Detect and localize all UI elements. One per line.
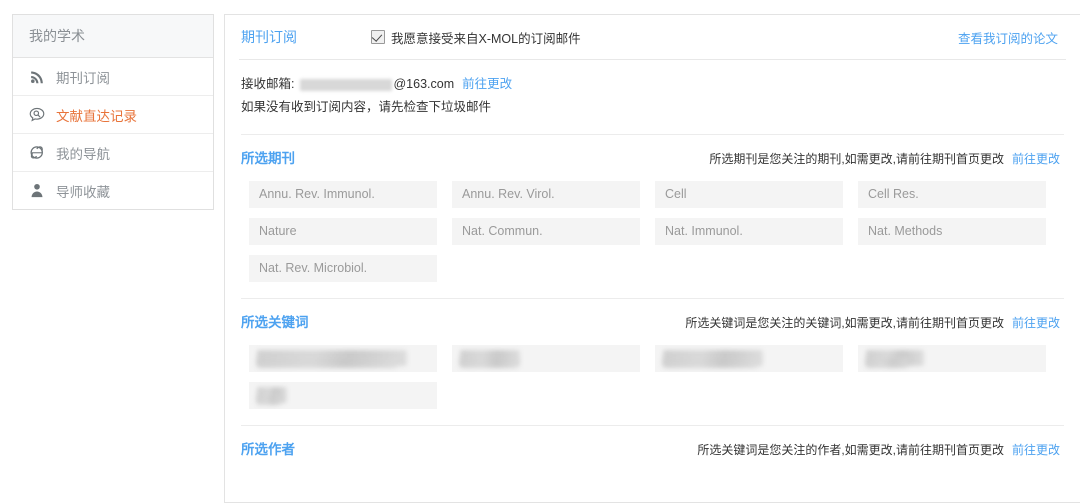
journal-tag[interactable]: Nat. Immunol. (655, 218, 843, 245)
mailbox-redacted-value (300, 78, 393, 91)
section-selected-journals: 所选期刊 所选期刊是您关注的期刊,如需更改,请前往期刊首页更改 前往更改 Ann… (239, 134, 1066, 282)
main-content-panel: 期刊订阅 我愿意接受来自X-MOL的订阅邮件 查看我订阅的论文 接收邮箱: @1… (224, 14, 1080, 503)
section-note: 所选关键词是您关注的关键词,如需更改,请前往期刊首页更改 (685, 316, 1004, 330)
journal-tag-grid: Annu. Rev. Immunol. Annu. Rev. Virol. Ce… (241, 171, 1064, 282)
section-change-link[interactable]: 前往更改 (1012, 314, 1064, 331)
journal-tag[interactable]: Nat. Commun. (452, 218, 640, 245)
journal-tag[interactable]: Cell Res. (858, 181, 1046, 208)
journal-tag[interactable]: Annu. Rev. Immunol. (249, 181, 437, 208)
journal-tag[interactable]: Nature (249, 218, 437, 245)
page-title: 期刊订阅 (241, 29, 297, 45)
sidebar-item-label: 导师收藏 (56, 184, 110, 200)
keyword-tag[interactable] (249, 382, 437, 409)
sidebar-item-label: 期刊订阅 (56, 70, 110, 86)
section-selected-keywords: 所选关键词 所选关键词是您关注的关键词,如需更改,请前往期刊首页更改 前往更改 (239, 298, 1066, 409)
sidebar: 我的学术 期刊订阅 文献直达记录 我的导航 导师收藏 (12, 14, 214, 210)
section-title: 所选期刊 (241, 151, 295, 166)
receiving-mailbox-block: 接收邮箱: @163.com 前往更改 如果没有收到订阅内容，请先检查下垃圾邮件 (239, 60, 1066, 118)
section-header-row: 所选关键词 所选关键词是您关注的关键词,如需更改,请前往期刊首页更改 前往更改 (241, 299, 1064, 335)
journal-tag[interactable]: Annu. Rev. Virol. (452, 181, 640, 208)
page-root: 我的学术 期刊订阅 文献直达记录 我的导航 导师收藏 期刊订阅 我愿意接受来自X… (0, 0, 1080, 503)
journal-tag[interactable]: Cell (655, 181, 843, 208)
keyword-tag[interactable] (655, 345, 843, 372)
sidebar-item-label: 文献直达记录 (56, 108, 137, 124)
mailbox-address-row: 接收邮箱: @163.com 前往更改 (241, 74, 1064, 95)
sidebar-nav-list: 期刊订阅 文献直达记录 我的导航 导师收藏 (13, 58, 213, 209)
mailbox-label: 接收邮箱: (241, 77, 295, 91)
sidebar-item-label: 我的导航 (56, 146, 110, 162)
keyword-tag[interactable] (858, 345, 1046, 372)
view-subscribed-papers-link[interactable]: 查看我订阅的论文 (958, 28, 1064, 47)
section-note: 所选期刊是您关注的期刊,如需更改,请前往期刊首页更改 (709, 152, 1004, 166)
search-bubble-icon (27, 106, 47, 124)
consent-checkbox[interactable] (371, 30, 385, 44)
subscription-topbar: 期刊订阅 我愿意接受来自X-MOL的订阅邮件 查看我订阅的论文 (239, 15, 1066, 59)
user-tie-icon (27, 182, 47, 200)
section-header-row: 所选作者 所选关键词是您关注的作者,如需更改,请前往期刊首页更改 前往更改 (241, 426, 1064, 462)
keyword-tag[interactable] (452, 345, 640, 372)
mailbox-note: 如果没有收到订阅内容，请先检查下垃圾邮件 (241, 100, 492, 114)
mailbox-change-link[interactable]: 前往更改 (462, 74, 512, 95)
rss-icon (27, 68, 47, 86)
consent-row[interactable]: 我愿意接受来自X-MOL的订阅邮件 (371, 28, 958, 47)
browser-compass-icon (27, 144, 47, 162)
sidebar-item-mentor-favorites[interactable]: 导师收藏 (13, 172, 213, 209)
journal-tag[interactable]: Nat. Methods (858, 218, 1046, 245)
section-change-link[interactable]: 前往更改 (1012, 150, 1064, 167)
keyword-tag[interactable] (249, 345, 437, 372)
section-change-link[interactable]: 前往更改 (1012, 441, 1064, 458)
journal-tag[interactable]: Nat. Rev. Microbiol. (249, 255, 437, 282)
sidebar-item-my-navigation[interactable]: 我的导航 (13, 134, 213, 172)
sidebar-item-journal-subscription[interactable]: 期刊订阅 (13, 58, 213, 96)
section-title: 所选作者 (241, 442, 295, 457)
section-title: 所选关键词 (241, 315, 309, 330)
keyword-tag-grid (241, 335, 1064, 409)
consent-label: 我愿意接受来自X-MOL的订阅邮件 (391, 31, 581, 46)
section-header-row: 所选期刊 所选期刊是您关注的期刊,如需更改,请前往期刊首页更改 前往更改 (241, 135, 1064, 171)
section-note: 所选关键词是您关注的作者,如需更改,请前往期刊首页更改 (697, 443, 1004, 457)
sidebar-item-literature-record[interactable]: 文献直达记录 (13, 96, 213, 134)
sidebar-header: 我的学术 (13, 15, 213, 58)
mailbox-domain: @163.com (393, 77, 455, 91)
section-selected-authors: 所选作者 所选关键词是您关注的作者,如需更改,请前往期刊首页更改 前往更改 (239, 425, 1066, 462)
